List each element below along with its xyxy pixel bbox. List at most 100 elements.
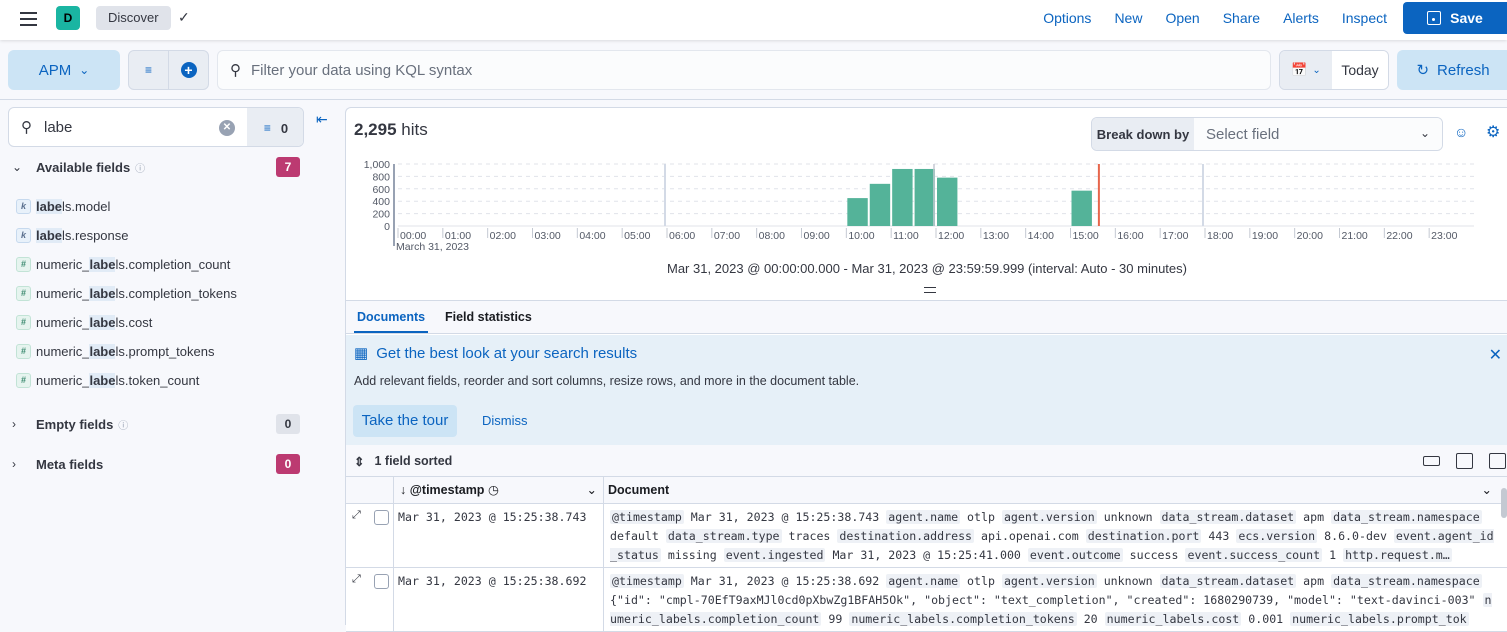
- refresh-button[interactable]: ↻ Refresh: [1397, 50, 1507, 90]
- field-item[interactable]: # numeric_labels.completion_tokens: [16, 283, 237, 303]
- doc-field-value: unknown: [1103, 510, 1153, 524]
- doc-field-value: Mar 31, 2023 @ 15:25:38.692: [690, 574, 880, 588]
- keyboard-icon[interactable]: [1423, 456, 1440, 466]
- histogram-bar: [892, 168, 913, 226]
- empty-fields-count: 0: [276, 414, 300, 434]
- expand-icon[interactable]: ⤢: [352, 509, 361, 522]
- help-icon[interactable]: ⓘ: [135, 160, 145, 175]
- doc-field-key: agent.name: [886, 510, 961, 524]
- chevron-down-icon[interactable]: ⌄: [587, 477, 597, 504]
- number-type-icon: #: [16, 314, 31, 330]
- field-search-input[interactable]: [44, 118, 194, 136]
- row-controls: ⤢: [346, 568, 394, 632]
- x-tick-label: 10:00: [848, 230, 874, 242]
- breakdown-field-select[interactable]: Select field ⌄: [1194, 118, 1442, 150]
- meta-fields-toggle[interactable]: › Meta fields 0: [12, 453, 300, 475]
- row-checkbox[interactable]: [374, 510, 389, 525]
- doc-field-key: event.outcome: [1027, 548, 1123, 562]
- timestamp-column-header[interactable]: ↓ @timestamp ◷ ⌄: [394, 477, 604, 504]
- breadcrumb-discover[interactable]: Discover: [96, 6, 171, 30]
- field-name: numeric_labels.completion_tokens: [36, 285, 237, 301]
- available-fields-count: 7: [276, 157, 300, 177]
- doc-field-value: Mar 31, 2023 @ 15:25:38.743: [690, 510, 880, 524]
- empty-fields-toggle[interactable]: › Empty fields ⓘ 0: [12, 413, 300, 435]
- close-icon[interactable]: ✕: [1489, 345, 1502, 365]
- table-row[interactable]: ⤢ Mar 31, 2023 @ 15:25:38.692 @timestamp M…: [346, 568, 1507, 632]
- space-avatar[interactable]: D: [56, 6, 80, 30]
- take-tour-button[interactable]: Take the tour: [353, 405, 457, 437]
- chevron-down-icon[interactable]: ⌄: [1482, 477, 1492, 504]
- field-item[interactable]: k labels.model: [16, 196, 110, 216]
- filter-menu-button[interactable]: ≡: [129, 51, 169, 89]
- collapse-sidebar-icon[interactable]: ⇤: [316, 111, 328, 128]
- row-checkbox[interactable]: [374, 574, 389, 589]
- histogram-bar: [937, 177, 958, 226]
- callout-description: Add relevant fields, reorder and sort co…: [354, 374, 860, 388]
- x-tick-label: 04:00: [579, 230, 605, 242]
- options-link[interactable]: Options: [1043, 10, 1091, 26]
- table-scrollbar[interactable]: [1501, 488, 1507, 518]
- doc-field-value: otlp: [967, 574, 995, 588]
- help-icon[interactable]: ⓘ: [118, 417, 128, 432]
- new-link[interactable]: New: [1114, 10, 1142, 26]
- clear-icon[interactable]: ✕: [219, 120, 235, 136]
- expand-icon[interactable]: ⤢: [352, 573, 361, 586]
- field-item[interactable]: k labels.response: [16, 225, 129, 245]
- documents-table: ↓ @timestamp ◷ ⌄ Document ⌄ ⤢ Mar 31, 202…: [346, 477, 1507, 632]
- sort-button[interactable]: ⇕ 1 field sorted: [354, 454, 452, 469]
- quick-select-button[interactable]: 📅 ⌄: [1280, 51, 1332, 89]
- field-name: numeric_labels.completion_count: [36, 256, 231, 272]
- available-fields-toggle[interactable]: ⌄ Available fields ⓘ 7: [12, 156, 300, 178]
- doc-field-key: event.success_count: [1185, 548, 1323, 562]
- field-search: ⚲ ✕ ≡ 0: [8, 107, 304, 147]
- ai-assistant-icon[interactable]: ☺: [1454, 124, 1468, 140]
- gear-icon[interactable]: ⚙: [1486, 122, 1500, 142]
- doc-field-key: destination.address: [837, 529, 975, 543]
- table-row[interactable]: ⤢ Mar 31, 2023 @ 15:25:38.743 @timestamp M…: [346, 504, 1507, 568]
- search-highlight: labe: [89, 285, 116, 301]
- y-tick-label: 200: [372, 209, 390, 221]
- field-item[interactable]: # numeric_labels.prompt_tokens: [16, 341, 214, 361]
- alerts-link[interactable]: Alerts: [1283, 10, 1319, 26]
- fullscreen-icon[interactable]: [1489, 453, 1506, 469]
- field-sidebar: ⚲ ✕ ≡ 0 ⇤ ⌄ Available fields ⓘ 7 klabels…: [0, 101, 345, 625]
- tab-field-statistics[interactable]: Field statistics: [442, 301, 535, 333]
- top-navigation: D Discover ✓ Options New Open Share Aler…: [0, 0, 1507, 40]
- open-link[interactable]: Open: [1165, 10, 1199, 26]
- dismiss-button[interactable]: Dismiss: [482, 413, 528, 428]
- field-item[interactable]: # numeric_labels.completion_count: [16, 254, 230, 274]
- x-tick-label: 03:00: [535, 230, 561, 242]
- resize-handle[interactable]: [924, 287, 936, 293]
- date-range-label[interactable]: Today: [1332, 51, 1388, 89]
- field-item[interactable]: # numeric_labels.token_count: [16, 370, 199, 390]
- data-view-picker[interactable]: APM ⌄: [8, 50, 120, 90]
- menu-icon[interactable]: [20, 12, 37, 26]
- document-column-header[interactable]: Document ⌄: [604, 477, 1500, 504]
- doc-field-key: data_stream.namespace: [1331, 574, 1482, 588]
- tour-callout: ▦ Get the best look at your search resul…: [346, 335, 1507, 445]
- doc-field-key: data_stream.namespace: [1331, 510, 1482, 524]
- x-tick-label: 13:00: [983, 230, 1009, 242]
- search-icon: ⚲: [230, 62, 241, 79]
- doc-field-key: ecs.version: [1236, 529, 1318, 543]
- add-filter-button[interactable]: +: [169, 51, 208, 89]
- field-item[interactable]: # numeric_labels.cost: [16, 312, 152, 332]
- chevron-down-icon: ⌄: [12, 160, 23, 174]
- field-type-filter-button[interactable]: ≡ 0: [247, 108, 303, 146]
- sort-desc-icon: ↓: [400, 483, 407, 497]
- save-button[interactable]: Save: [1403, 2, 1507, 34]
- number-type-icon: #: [16, 285, 31, 301]
- x-tick-label: 11:00: [893, 230, 919, 242]
- doc-field-value: api.openai.com: [981, 529, 1079, 543]
- tab-documents[interactable]: Documents: [354, 301, 429, 333]
- doc-field-key: data_stream.dataset: [1159, 574, 1297, 588]
- kql-input[interactable]: [251, 61, 1151, 79]
- chevron-right-icon: ›: [12, 417, 16, 431]
- inspect-link[interactable]: Inspect: [1342, 10, 1387, 26]
- share-link[interactable]: Share: [1223, 10, 1260, 26]
- doc-field-value: {"id": "cmpl-70EfT9axMJl0cd0pXbwZg1BFAH5…: [610, 593, 1476, 607]
- available-fields-title: Available fields: [36, 159, 131, 175]
- density-icon[interactable]: [1456, 453, 1473, 469]
- search-highlight: labe: [89, 314, 116, 330]
- timestamp-cell: Mar 31, 2023 @ 15:25:38.743: [394, 504, 604, 568]
